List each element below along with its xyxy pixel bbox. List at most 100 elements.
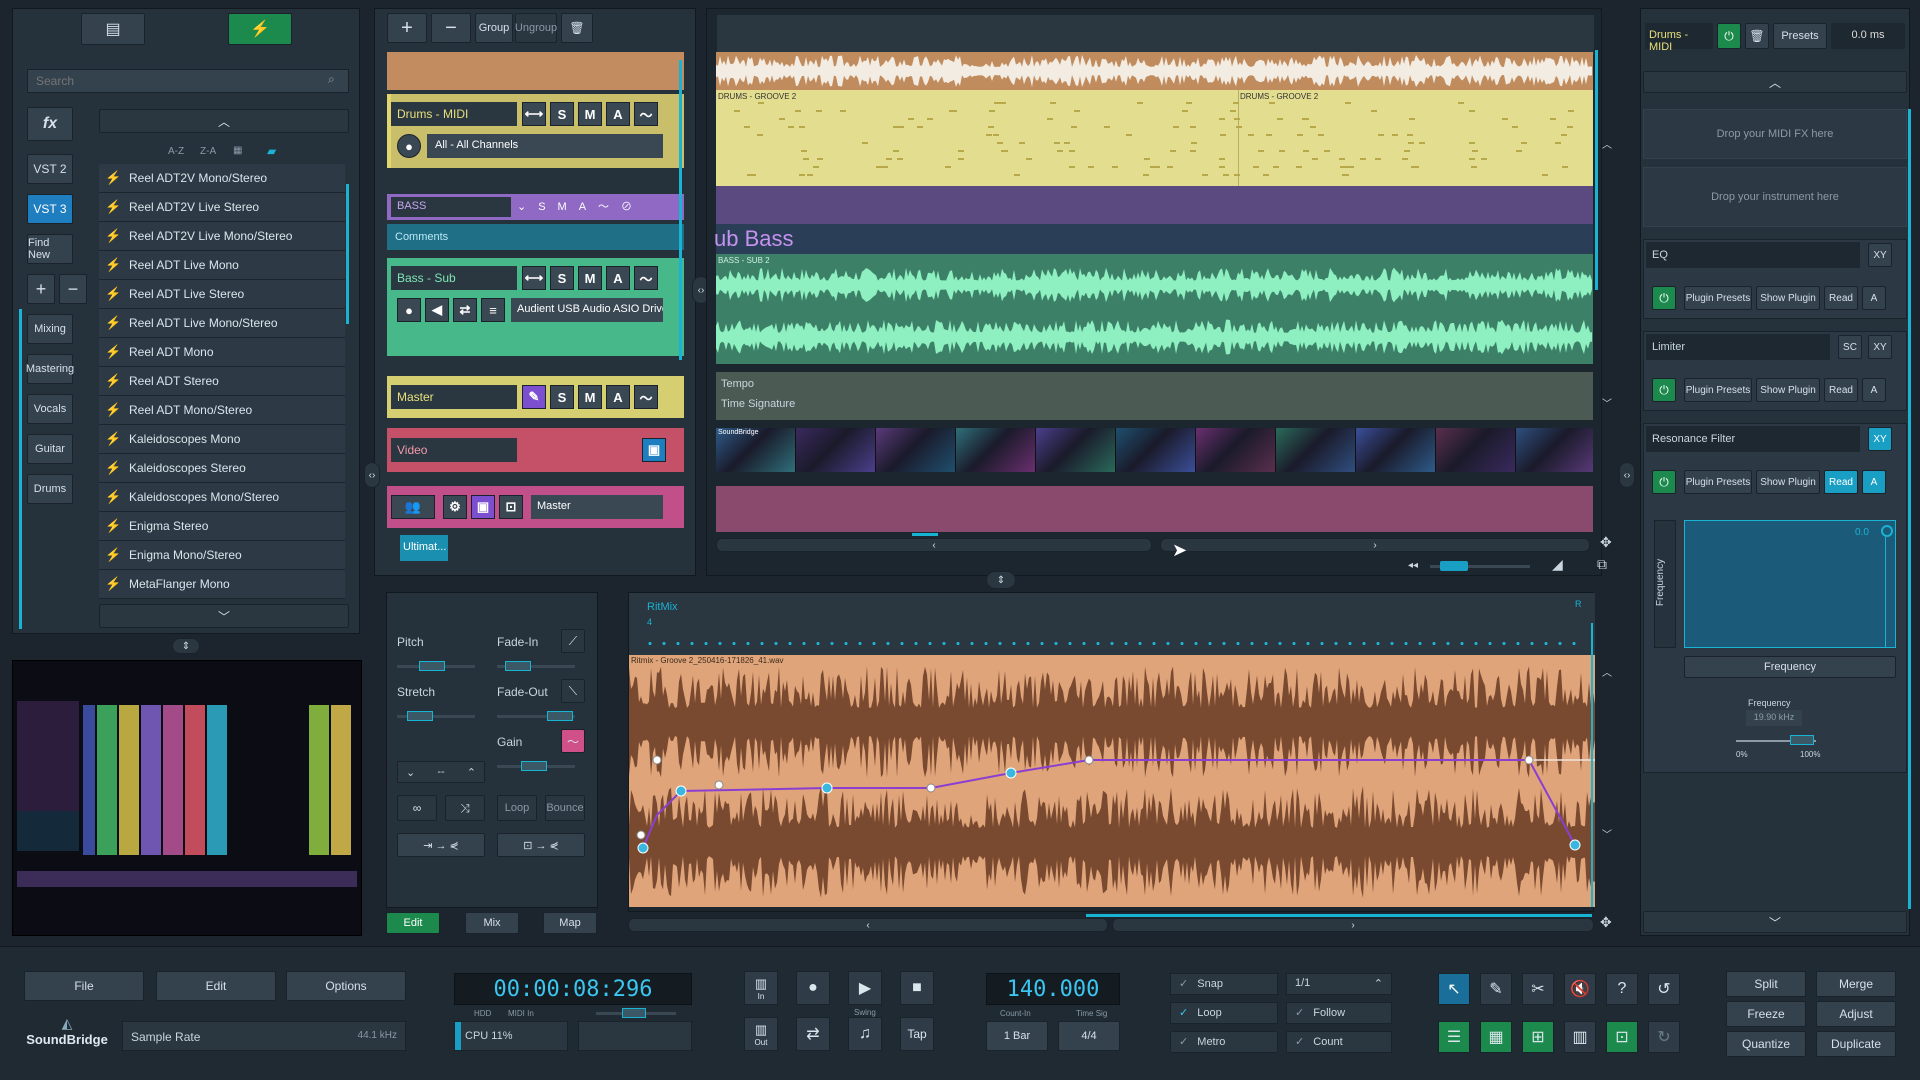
midi-note[interactable] (1342, 174, 1349, 176)
split-to-tracks-button[interactable]: ⇥ → ⋞ (397, 833, 485, 857)
inspector-scrollbar[interactable] (1908, 109, 1911, 909)
midi-note[interactable] (1501, 118, 1508, 120)
delete-button[interactable]: 🗑 (1745, 23, 1769, 49)
v-scrollbar[interactable] (1595, 50, 1598, 290)
midi-note[interactable] (989, 110, 996, 112)
plugin-name[interactable]: Limiter (1646, 334, 1830, 360)
read-button[interactable]: Read (1824, 470, 1858, 494)
midi-note[interactable] (1374, 158, 1381, 160)
inspector-track-name[interactable]: Drums - MIDI (1645, 23, 1713, 53)
editor-view-button[interactable]: ⊞ (1522, 1021, 1554, 1053)
midi-note[interactable] (1391, 134, 1398, 136)
help-tool[interactable]: ? (1606, 973, 1638, 1005)
swing-button[interactable]: ♫ (848, 1017, 882, 1051)
midi-note[interactable] (992, 134, 999, 136)
record-arm-button[interactable]: ● (397, 298, 421, 322)
midi-note[interactable] (1104, 126, 1111, 128)
midi-note[interactable] (1068, 150, 1075, 152)
track-list-view-button[interactable]: ☰ (1438, 1021, 1470, 1053)
midi-note[interactable] (907, 118, 914, 120)
mute-button[interactable]: M (578, 102, 602, 126)
presets-button[interactable]: Presets (1773, 23, 1827, 49)
track-name[interactable]: Master (391, 385, 517, 409)
midi-note[interactable] (1410, 166, 1417, 168)
collapse-browser-handle[interactable]: ‹› (364, 462, 380, 488)
lane-drums-audio[interactable] (716, 52, 1593, 90)
lane-comments[interactable]: ub Bass (714, 224, 1593, 254)
read-button[interactable]: Read (1824, 286, 1858, 310)
midi-note[interactable] (1311, 158, 1318, 160)
tempo-display[interactable]: 140.000 (986, 973, 1120, 1005)
midi-note[interactable] (885, 158, 892, 160)
stop-button[interactable]: ■ (900, 971, 934, 1005)
midi-note[interactable] (987, 126, 994, 128)
scroll-down-button[interactable]: ﹀ (99, 604, 349, 628)
time-sig-select[interactable]: 4/4 (1058, 1021, 1120, 1051)
show-plugin-button[interactable]: Show Plugin (1756, 378, 1820, 402)
scroll-up-button[interactable]: ︿ (99, 109, 349, 133)
midi-note[interactable] (1170, 150, 1177, 152)
midi-note[interactable] (950, 110, 957, 112)
midi-note[interactable] (744, 126, 751, 128)
lane-video[interactable]: SoundBridge (716, 428, 1593, 472)
midi-note[interactable] (1013, 174, 1020, 176)
midi-note[interactable] (1303, 150, 1310, 152)
play-button[interactable]: ▶ (848, 971, 882, 1005)
midi-note[interactable] (926, 118, 933, 120)
merge-button[interactable]: Merge (1816, 971, 1896, 997)
midi-note[interactable] (1252, 166, 1259, 168)
midi-note[interactable] (1219, 158, 1226, 160)
sample-rate-field[interactable]: Sample Rate 44.1 kHz (122, 1021, 406, 1051)
read-button[interactable]: Read (1824, 378, 1858, 402)
midi-note[interactable] (1125, 134, 1132, 136)
remove-button[interactable]: − (59, 274, 87, 304)
vst2-tab[interactable]: VST 2 (27, 154, 73, 184)
midi-note[interactable] (778, 118, 785, 120)
h-scroll-right[interactable]: › (1160, 538, 1590, 552)
midi-note[interactable] (1378, 134, 1385, 136)
midi-note[interactable] (1469, 158, 1476, 160)
midi-note[interactable] (1344, 102, 1351, 104)
midi-note[interactable] (758, 102, 765, 104)
time-display[interactable]: 00:00:08:296 (454, 973, 692, 1005)
midi-note[interactable] (1088, 166, 1095, 168)
plugin-list-item[interactable]: ⚡ Reel ADT Mono (99, 338, 345, 367)
midi-note[interactable] (794, 110, 801, 112)
midi-note[interactable] (896, 158, 903, 160)
midi-note[interactable] (1026, 158, 1033, 160)
category-mixing[interactable]: Mixing (27, 314, 73, 344)
fade-out-slider[interactable] (497, 711, 575, 721)
clip-waveform-editor[interactable]: RitMix 4 R Ritmix - Groove 2_250416-1718… (628, 592, 1595, 912)
add-button[interactable]: + (27, 274, 55, 304)
midi-note[interactable] (1480, 158, 1487, 160)
midi-note[interactable] (1402, 158, 1409, 160)
midi-note[interactable] (1166, 166, 1173, 168)
midi-note[interactable] (1219, 166, 1226, 168)
instrument-icon[interactable]: ▣ (471, 495, 495, 519)
midi-note[interactable] (1247, 134, 1254, 136)
midi-fx-drop-zone[interactable]: Drop your MIDI FX here (1643, 109, 1907, 159)
track-bass-group[interactable]: BASS ⌄SMA〜⊘ (387, 194, 684, 220)
lane-tempo[interactable]: Tempo Time Signature (716, 372, 1593, 420)
clip-to-tracks-button[interactable]: ⊡ → ⋞ (497, 833, 585, 857)
midi-note[interactable] (1149, 166, 1156, 168)
plugin-list-item[interactable]: ⚡ Reel ADT2V Live Mono/Stereo (99, 222, 345, 251)
plugins-tab-button[interactable]: ⚡ (228, 13, 292, 45)
midi-note[interactable] (1218, 118, 1225, 120)
midi-note[interactable] (1277, 118, 1284, 120)
solo-button[interactable]: S (550, 385, 574, 409)
midi-note[interactable] (1046, 118, 1053, 120)
midi-note[interactable] (945, 166, 952, 168)
xy-button[interactable]: XY (1868, 427, 1892, 451)
midi-note[interactable] (1301, 118, 1308, 120)
midi-note[interactable] (1073, 110, 1080, 112)
monitor-button[interactable]: ◀ (425, 298, 449, 322)
plugin-presets-button[interactable]: Plugin Presets (1684, 378, 1752, 402)
pencil-tool[interactable]: ✎ (1480, 973, 1512, 1005)
shuffle-button[interactable]: ⤨ (445, 795, 485, 821)
midi-note[interactable] (1567, 126, 1574, 128)
timeline-ruler[interactable] (717, 15, 1594, 55)
midi-note[interactable] (840, 110, 847, 112)
ultimate-tab[interactable]: Ultimat... (400, 535, 448, 561)
output-select[interactable]: Master (531, 495, 663, 519)
